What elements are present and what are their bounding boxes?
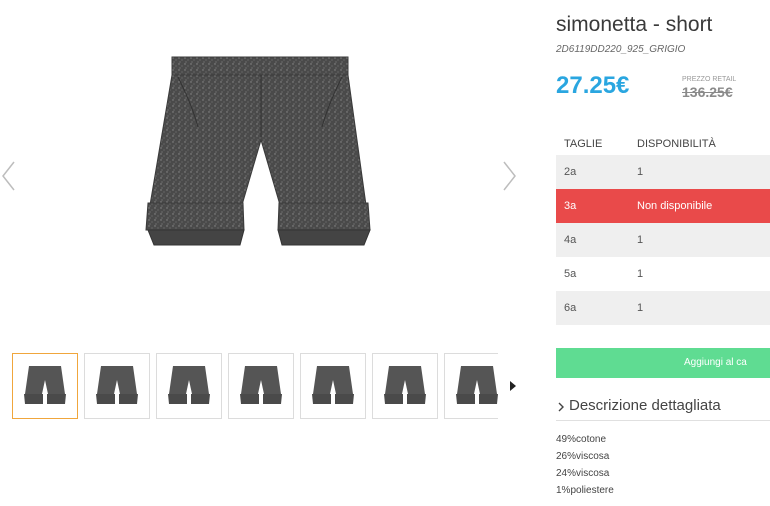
size-row-4a[interactable]: 4a 1 [556,223,770,257]
availability-value: 1 [637,302,644,314]
product-title: simonetta - short [556,13,713,36]
product-info-panel: simonetta - short 2D6119DD220_925_GRIGIO… [556,0,770,506]
thumbnail-4[interactable] [228,353,294,419]
availability-value: 1 [637,166,644,178]
thumbnail-2[interactable] [84,353,150,419]
availability-value: 1 [637,234,644,246]
add-to-cart-label: Aggiungi al ca [684,357,747,368]
thumbnail-6[interactable] [372,353,438,419]
next-image-arrow-icon[interactable] [500,158,520,194]
size-value: 5a [564,268,577,280]
size-row-5a[interactable]: 5a 1 [556,257,770,291]
availability-value: Non disponibile [637,200,713,212]
size-row-2a[interactable]: 2a 1 [556,155,770,189]
detailed-description-toggle[interactable]: Descrizione dettagliata [569,397,721,414]
retail-price: 136.25€ [682,84,733,100]
size-column-header: TAGLIE [564,138,603,150]
product-gallery [0,0,520,506]
size-value: 6a [564,302,577,314]
product-sku: 2D6119DD220_925_GRIGIO [556,44,686,55]
retail-price-label: PREZZO RETAIL [682,76,737,83]
thumbnail-strip [12,353,498,421]
table-header: TAGLIE DISPONIBILITÀ [556,133,770,155]
composition-item: 24%viscosa [556,468,610,479]
availability-column-header: DISPONIBILITÀ [637,138,716,150]
size-value: 2a [564,166,577,178]
thumbnail-1[interactable] [12,353,78,419]
thumbnail-5[interactable] [300,353,366,419]
composition-item: 1%poliestere [556,485,614,496]
size-row-6a[interactable]: 6a 1 [556,291,770,325]
previous-image-arrow-icon[interactable] [0,158,20,194]
composition-item: 49%cotone [556,434,607,445]
size-row-3a[interactable]: 3a Non disponibile [556,189,770,223]
size-value: 4a [564,234,577,246]
thumbnail-7[interactable] [444,353,498,419]
divider [556,420,770,421]
composition-item: 26%viscosa [556,451,610,462]
thumbnail-next-arrow-icon[interactable] [508,379,518,393]
size-value: 3a [564,200,577,212]
chevron-right-icon[interactable] [556,400,566,414]
product-price: 27.25€ [556,72,630,99]
composition-list: 49%cotone 26%viscosa 24%viscosa 1%polies… [556,431,614,499]
size-availability-table: TAGLIE DISPONIBILITÀ 2a 1 3a Non disponi… [556,133,770,325]
product-main-image[interactable] [130,45,400,270]
thumbnail-3[interactable] [156,353,222,419]
availability-value: 1 [637,268,644,280]
add-to-cart-button[interactable]: Aggiungi al ca [556,348,770,378]
